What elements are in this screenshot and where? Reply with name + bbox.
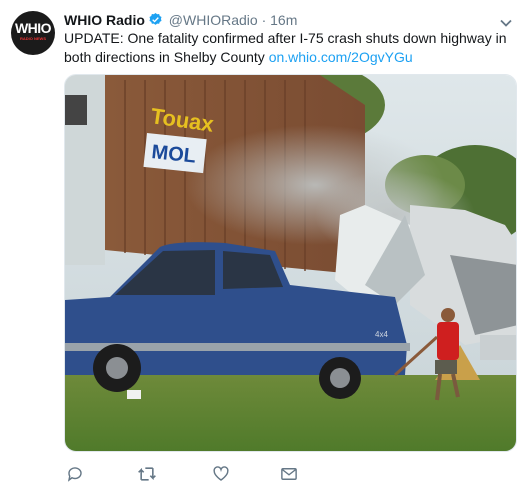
retweet-icon[interactable]	[136, 463, 158, 485]
avatar-logo-subtext: RADIO NEWS	[20, 36, 46, 41]
truck-badge-text: 4x4	[375, 330, 388, 339]
tweet-header: WHIO Radio @WHIORadio · 16m	[64, 11, 297, 31]
tweet-text: UPDATE: One fatality confirmed after I-7…	[64, 29, 509, 67]
reply-icon[interactable]	[64, 463, 86, 485]
like-icon[interactable]	[210, 463, 232, 485]
direct-message-icon[interactable]	[278, 463, 300, 485]
tweet-actions	[64, 463, 364, 485]
handle[interactable]: @WHIORadio	[169, 12, 258, 28]
tweet-link[interactable]: on.whio.com/2OgvYGu	[269, 49, 413, 65]
separator-dot: ·	[261, 12, 267, 28]
avatar[interactable]: WHIO RADIO NEWS	[11, 11, 55, 55]
timestamp[interactable]: 16m	[270, 12, 297, 28]
container-logo-text: MOL	[150, 141, 196, 168]
tweet[interactable]: WHIO RADIO NEWS WHIO Radio @WHIORadio · …	[0, 0, 524, 493]
tweet-media-image[interactable]: Touax MOL 4x4	[64, 74, 517, 452]
display-name[interactable]: WHIO Radio	[64, 12, 145, 28]
avatar-logo-text: WHIO	[14, 20, 52, 36]
